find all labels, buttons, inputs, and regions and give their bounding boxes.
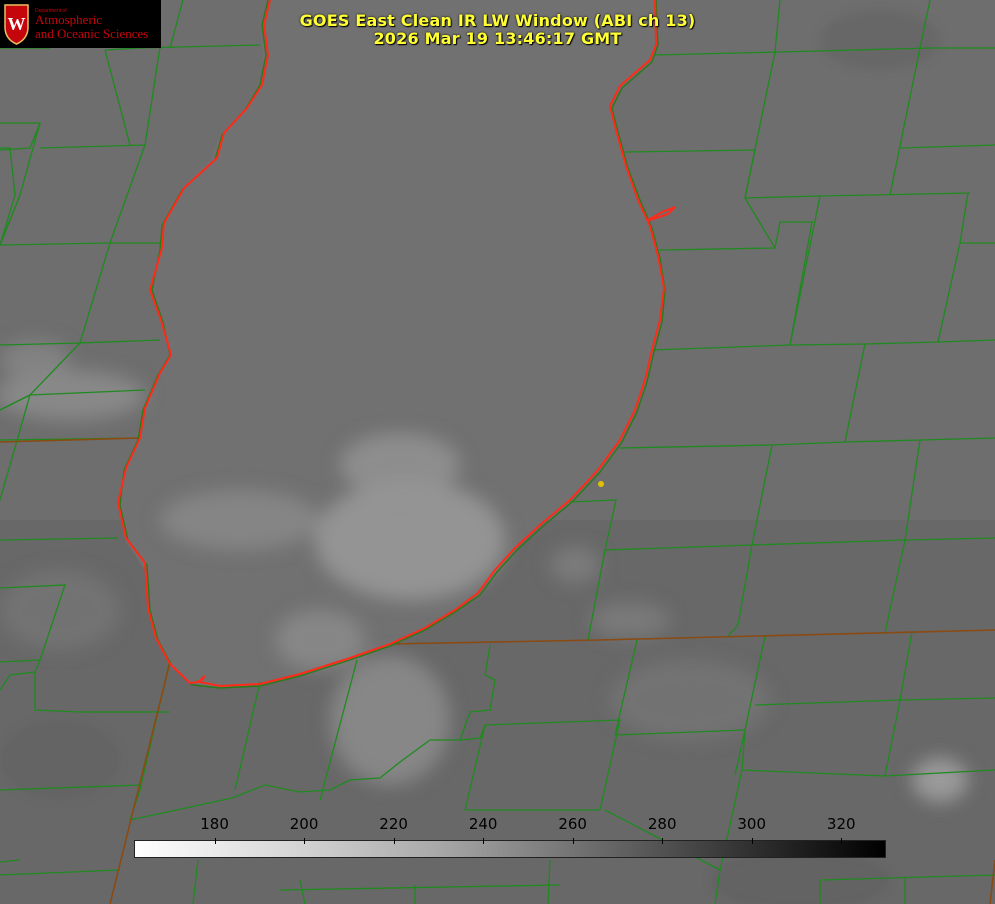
colorbar-tick xyxy=(751,838,753,844)
cloud-patch-w xyxy=(0,340,70,380)
colorbar-tick xyxy=(841,838,843,844)
map-canvas xyxy=(0,0,995,904)
colorbar-tick-label: 200 xyxy=(289,815,319,833)
cloud-patch-sw2 xyxy=(0,570,120,650)
colorbar-tick-label: 180 xyxy=(200,815,229,833)
colorbar-tick-label: 240 xyxy=(468,815,498,833)
colorbar-tick xyxy=(483,838,485,844)
station-marker xyxy=(598,481,604,487)
satellite-image: W Department of Atmospheric and Oceanic … xyxy=(0,0,995,904)
colorbar-tick xyxy=(304,838,306,844)
colorbar-tick-label: 280 xyxy=(647,815,677,833)
colorbar-tick xyxy=(662,838,664,844)
colorbar-tick-label: 260 xyxy=(558,815,587,833)
colorbar-tick-label: 300 xyxy=(737,815,767,833)
colorbar-tick xyxy=(393,838,395,844)
cloud-band-west xyxy=(160,490,320,550)
cloud-patch-mid xyxy=(550,547,600,583)
colorbar-tick xyxy=(214,838,216,844)
colorbar-tick-label: 320 xyxy=(826,815,856,833)
cloud-band-upper xyxy=(340,433,460,497)
cloud-band-south xyxy=(330,655,450,785)
cloud-patch-se xyxy=(912,758,968,802)
cloud-patch-e xyxy=(590,602,670,638)
colorbar xyxy=(134,840,886,858)
cloud-band-sw xyxy=(275,610,365,670)
image-timestamp: 2026 Mar 19 13:46:17 GMT xyxy=(373,29,622,48)
cloud-band-central xyxy=(315,480,505,600)
image-title: GOES East Clean IR LW Window (ABI ch 13) xyxy=(299,11,696,30)
colorbar-tick xyxy=(572,838,574,844)
colorbar-tick-label: 220 xyxy=(379,815,408,833)
